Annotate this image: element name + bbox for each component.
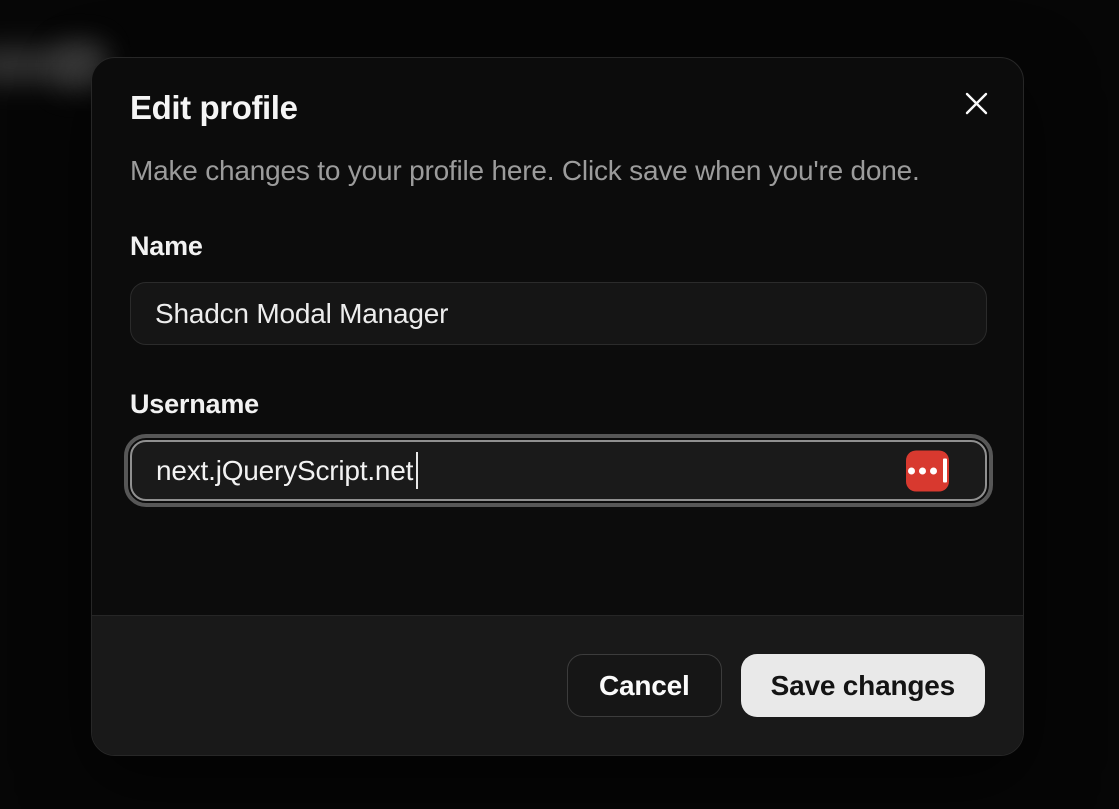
dialog-content: Edit profile Make changes to your profil…: [92, 58, 1023, 507]
dialog-footer: Cancel Save changes: [92, 615, 1023, 755]
close-button[interactable]: [955, 82, 997, 124]
lastpass-dot: [930, 467, 937, 474]
dialog-title: Edit profile: [130, 89, 298, 126]
cancel-button[interactable]: Cancel: [567, 654, 722, 717]
lastpass-dot: [908, 467, 915, 474]
username-value: next.jQueryScript.net: [156, 454, 414, 486]
lastpass-icon[interactable]: [906, 450, 949, 491]
name-label: Name: [130, 231, 203, 261]
x-icon: [963, 90, 990, 117]
screen: Edit profile Make changes to your profil…: [0, 0, 1119, 809]
username-label: Username: [130, 389, 259, 419]
edit-profile-dialog: Edit profile Make changes to your profil…: [91, 57, 1024, 756]
dialog-description: Make changes to your profile here. Click…: [130, 155, 920, 186]
name-input[interactable]: [130, 282, 987, 345]
save-changes-button[interactable]: Save changes: [740, 654, 985, 717]
lastpass-cursor-bar: [943, 458, 947, 483]
username-input[interactable]: next.jQueryScript.net: [124, 434, 993, 507]
text-cursor: [416, 452, 419, 489]
lastpass-dot: [919, 467, 926, 474]
